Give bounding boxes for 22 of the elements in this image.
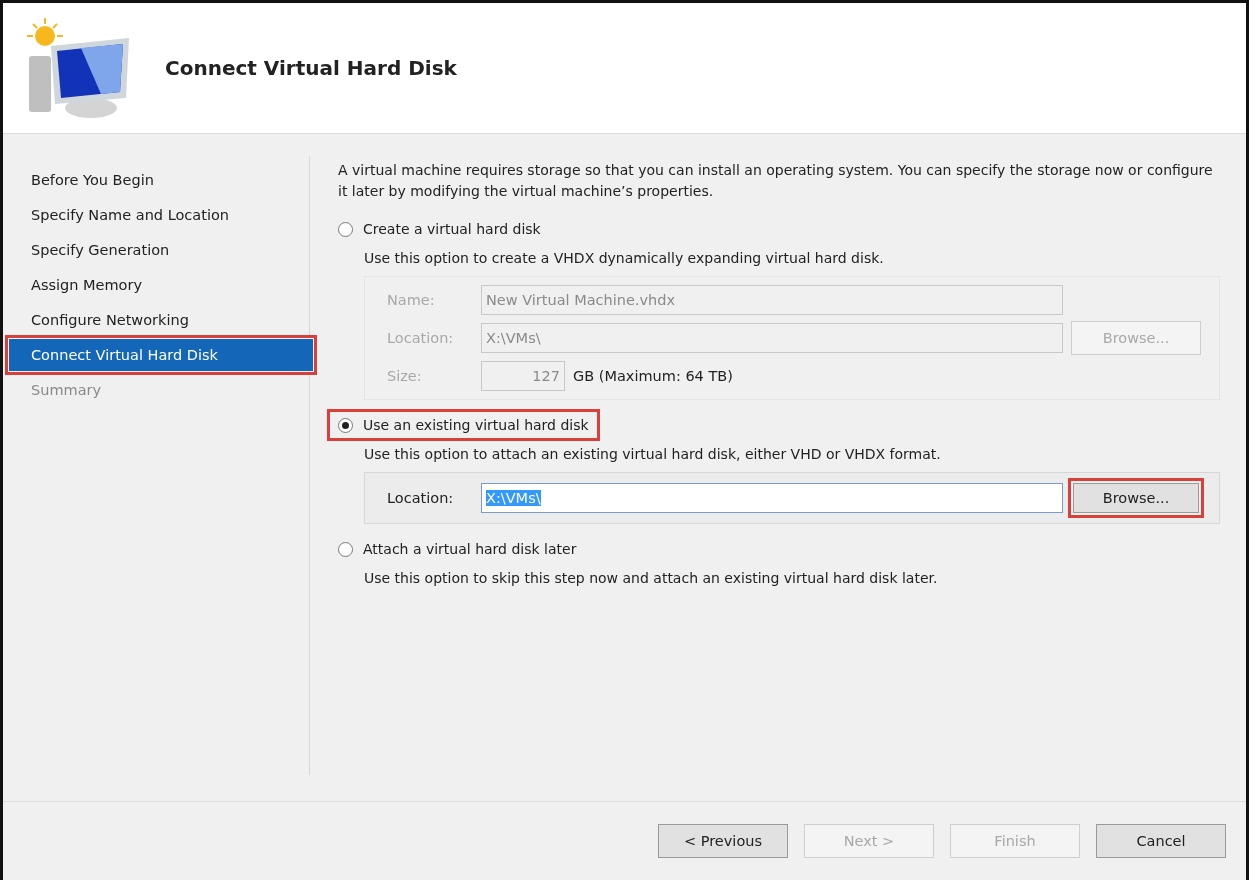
radio-button[interactable]: [338, 417, 353, 433]
intro-text: A virtual machine requires storage so that you can install an operating system. You can specify the storage now or configure it later by modifying the virtual machine’s properties.: [338, 161, 1214, 201]
window-title: Connect Virtual Hard Disk: [165, 56, 457, 80]
option-description: Use this option to create a VHDX dynamically expanding virtual hard disk.: [364, 250, 885, 266]
step-item[interactable]: Configure Networking: [9, 304, 313, 336]
wizard-button[interactable]: Cancel: [1096, 824, 1226, 858]
field-label: Name:: [387, 292, 436, 308]
field-label: Location:: [387, 490, 455, 506]
step-item[interactable]: Before You Begin: [9, 164, 313, 196]
option-description: Use this option to attach an existing virtual hard disk, either VHD or VHDX format.: [364, 446, 942, 462]
option-description: Use this option to skip this step now and attach an existing virtual hard disk later.: [364, 570, 939, 586]
step-item[interactable]: Specify Name and Location: [9, 199, 313, 231]
radio-button[interactable]: [338, 541, 353, 557]
field-label: Location:: [387, 330, 455, 346]
field-label: Size:: [387, 368, 423, 384]
browse-button[interactable]: Browse...: [1068, 478, 1204, 518]
radio-option[interactable]: Attach a virtual hard disk later: [330, 536, 585, 562]
radio-option[interactable]: Use an existing virtual hard disk: [330, 412, 597, 438]
step-item[interactable]: Assign Memory: [9, 269, 313, 301]
step-item[interactable]: Specify Generation: [9, 234, 313, 266]
wizard-button[interactable]: < Previous: [658, 824, 788, 858]
size-unit: GB (Maximum: 64 TB): [573, 368, 733, 384]
